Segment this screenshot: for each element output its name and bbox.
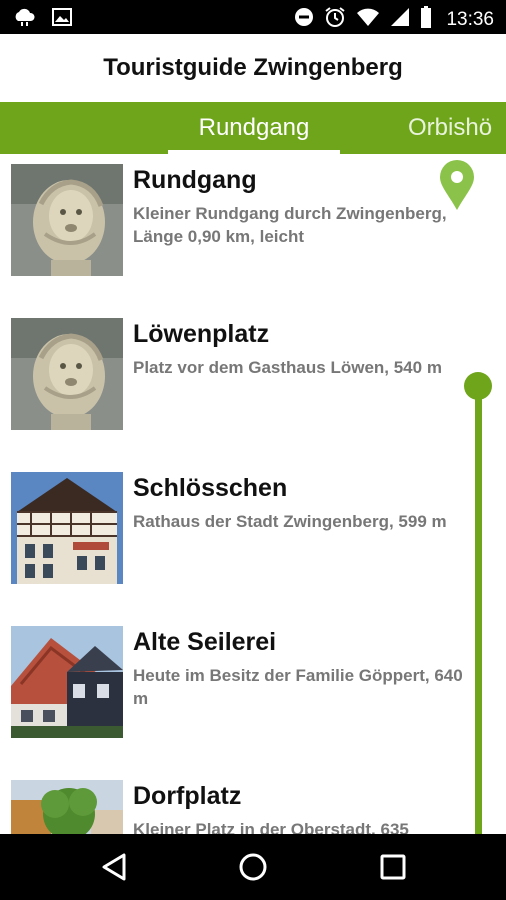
wifi-icon (356, 7, 380, 32)
stop-title: Löwenplatz (133, 320, 270, 348)
stop-list: Rundgang Kleiner Rundgang durch Zwingenb… (0, 154, 506, 834)
back-icon[interactable] (98, 852, 132, 882)
half-timbered-house-image (11, 626, 123, 738)
stop-description: Kleiner Platz in der Oberstadt, 635 (133, 820, 409, 834)
stop-title: Rundgang (133, 166, 257, 194)
town-hall-image (11, 472, 123, 584)
route-progress-track (475, 386, 482, 834)
stop-description: Kleiner Rundgang durch Zwingenberg, Läng… (133, 204, 447, 246)
stop-title: Alte Seilerei (133, 628, 277, 656)
map-pin-icon[interactable] (440, 160, 474, 215)
weather-cloud-icon (12, 7, 38, 32)
list-item[interactable]: Rundgang Kleiner Rundgang durch Zwingenb… (0, 154, 506, 304)
signal-icon (390, 7, 410, 32)
lion-statue-image (11, 318, 123, 430)
list-item[interactable]: Schlösschen Rathaus der Stadt Zwingenber… (0, 462, 506, 612)
app-title: Touristguide Zwingenberg (103, 54, 403, 81)
stop-title: Dorfplatz (133, 782, 242, 810)
stop-description: Heute im Besitz der Familie Göppert, 640… (133, 666, 463, 708)
status-time: 13:36 (446, 8, 494, 30)
village-square-image (11, 780, 123, 834)
home-icon[interactable] (236, 852, 270, 882)
app-bar: Touristguide Zwingenberg (0, 34, 506, 102)
list-item[interactable]: Löwenplatz Platz vor dem Gasthaus Löwen,… (0, 308, 506, 458)
alarm-icon (324, 6, 346, 33)
route-progress-knob[interactable] (464, 372, 492, 400)
battery-icon (420, 6, 432, 33)
image-icon (52, 7, 72, 32)
stop-title: Schlösschen (133, 474, 288, 502)
list-item[interactable]: Alte Seilerei Heute im Besitz der Famili… (0, 616, 506, 766)
stop-description: Rathaus der Stadt Zwingenberg, 599 m (133, 512, 447, 531)
navigation-bar (0, 834, 506, 900)
tab-bar: Rundgang Orbishö (0, 102, 506, 154)
tab-rundgang[interactable]: Rundgang (168, 102, 340, 154)
do-not-disturb-icon (294, 7, 314, 32)
lion-statue-image (11, 164, 123, 276)
tab-orbishoehe[interactable]: Orbishö (408, 102, 492, 154)
stop-description: Platz vor dem Gasthaus Löwen, 540 m (133, 358, 442, 377)
status-bar: 13:36 (0, 0, 506, 34)
recents-icon[interactable] (376, 852, 410, 882)
list-item[interactable]: Dorfplatz Kleiner Platz in der Oberstadt… (0, 770, 506, 834)
